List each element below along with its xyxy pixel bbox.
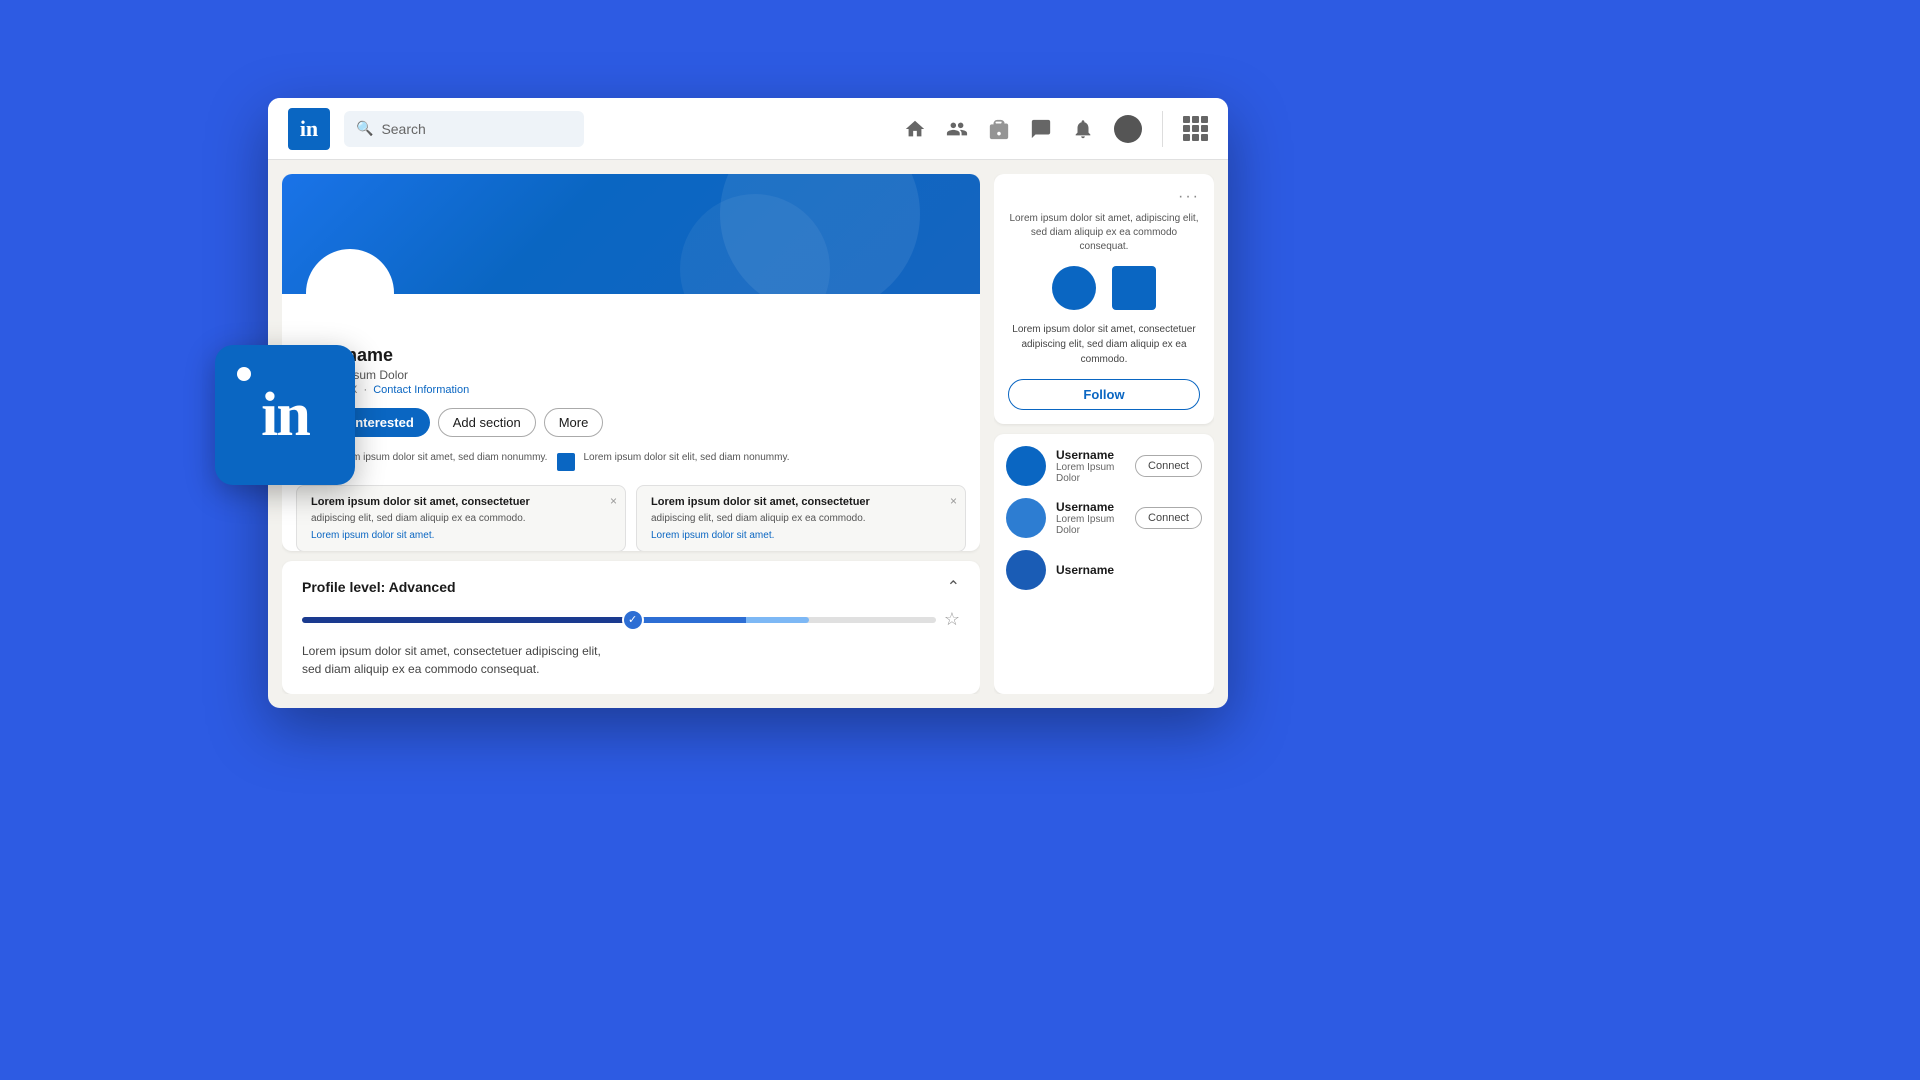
promo-card-top: ···	[1008, 188, 1200, 206]
notif-link-2[interactable]: Lorem ipsum dolor sit amet.	[651, 530, 951, 541]
briefcase-icon	[988, 118, 1010, 140]
more-button[interactable]: More	[544, 408, 604, 437]
chat-icon	[1030, 118, 1052, 140]
search-icon: 🔍	[356, 120, 373, 137]
profile-location: Cdmx, MX · Contact Information	[306, 384, 956, 396]
people-card: Username Lorem Ipsum Dolor Connect Usern…	[994, 434, 1214, 694]
profile-level-description: Lorem ipsum dolor sit amet, consectetuer…	[302, 642, 960, 678]
connect-button-2[interactable]: Connect	[1135, 507, 1202, 529]
main-content: Username Lorem Ipsum Dolor Cdmx, MX · Co…	[268, 160, 1228, 708]
nav-divider	[1162, 111, 1163, 147]
promo-card-desc: Lorem ipsum dolor sit amet, consectetuer…	[1008, 322, 1200, 367]
nav-logo[interactable]: in	[288, 108, 330, 150]
profile-name: Username	[306, 345, 956, 366]
nav-bell-icon[interactable]	[1072, 118, 1094, 140]
person-row-1: Username Lorem Ipsum Dolor Connect	[1006, 446, 1202, 486]
person-avatar-2	[1006, 498, 1046, 538]
profile-level-desc-line1: Lorem ipsum dolor sit amet, consectetuer…	[302, 644, 601, 658]
notif-card-2: × Lorem ipsum dolor sit amet, consectetu…	[636, 485, 966, 551]
search-bar[interactable]: 🔍 Search	[344, 111, 584, 147]
linkedin-logo-card: in	[215, 345, 355, 485]
nav-briefcase-icon[interactable]	[988, 118, 1010, 140]
progress-fill-mid	[632, 617, 746, 623]
person-name-1: Username	[1056, 448, 1125, 462]
notif-close-1[interactable]: ×	[610, 494, 617, 508]
nav-chat-icon[interactable]	[1030, 118, 1052, 140]
notif-close-2[interactable]: ×	[950, 494, 957, 508]
person-subtitle-1: Lorem Ipsum Dolor	[1056, 462, 1125, 484]
browser-window: in 🔍 Search	[268, 98, 1228, 708]
nav-people-icon[interactable]	[946, 118, 968, 140]
profile-level-header: Profile level: Advanced ⌃	[302, 577, 960, 597]
info-box-2: Lorem ipsum dolor sit elit, sed diam non…	[557, 451, 789, 471]
contact-info-link[interactable]: Contact Information	[373, 384, 469, 396]
logo-dot	[237, 367, 251, 381]
info-box-text-2: Lorem ipsum dolor sit elit, sed diam non…	[583, 451, 789, 465]
notif-link-1[interactable]: Lorem ipsum dolor sit amet.	[311, 530, 611, 541]
profile-card: Username Lorem Ipsum Dolor Cdmx, MX · Co…	[282, 174, 980, 551]
progress-bar: ✓	[302, 617, 936, 623]
person-info-3: Username	[1056, 563, 1202, 577]
person-row-2: Username Lorem Ipsum Dolor Connect	[1006, 498, 1202, 538]
progress-bar-wrap: ✓ ☆	[302, 609, 960, 630]
person-avatar-3	[1006, 550, 1046, 590]
profile-actions: I am interested Add section More	[306, 408, 956, 437]
chevron-up-icon[interactable]: ⌃	[947, 577, 960, 597]
profile-level-desc-line2: sed diam aliquip ex ea commodo consequat…	[302, 662, 539, 676]
promo-square-icon	[1112, 266, 1156, 310]
notif-card-1: × Lorem ipsum dolor sit amet, consectetu…	[296, 485, 626, 551]
person-row-3: Username	[1006, 550, 1202, 590]
person-info-1: Username Lorem Ipsum Dolor	[1056, 448, 1125, 484]
profile-level-title: Profile level: Advanced	[302, 579, 456, 595]
progress-fill-dark	[302, 617, 632, 623]
progress-check-icon: ✓	[622, 609, 644, 631]
nav-grid-icon[interactable]	[1183, 116, 1208, 141]
profile-section: Username Lorem Ipsum Dolor Cdmx, MX · Co…	[282, 174, 980, 694]
promo-icons-row	[1008, 266, 1200, 310]
nav-logo-text: in	[300, 116, 318, 142]
notif-body-2: adipiscing elit, sed diam aliquip ex ea …	[651, 512, 951, 526]
three-dots-icon[interactable]: ···	[1178, 188, 1200, 206]
profile-avatar	[306, 249, 394, 337]
bell-icon	[1072, 118, 1094, 140]
info-box-text-1: Lorem ipsum dolor sit amet, sed diam non…	[332, 451, 547, 465]
promo-card-text: Lorem ipsum dolor sit amet, adipiscing e…	[1008, 212, 1200, 254]
info-box-icon-2	[557, 453, 575, 471]
right-sidebar: ··· Lorem ipsum dolor sit amet, adipisci…	[994, 174, 1214, 694]
navbar: in 🔍 Search	[268, 98, 1228, 160]
home-icon	[904, 118, 926, 140]
profile-avatar-wrap	[306, 249, 980, 337]
add-section-button[interactable]: Add section	[438, 408, 536, 437]
person-avatar-1	[1006, 446, 1046, 486]
person-name-3: Username	[1056, 563, 1202, 577]
nav-home-icon[interactable]	[904, 118, 926, 140]
search-label: Search	[381, 121, 425, 137]
profile-info: Username Lorem Ipsum Dolor Cdmx, MX · Co…	[282, 345, 980, 451]
profile-subtitle: Lorem Ipsum Dolor	[306, 368, 956, 382]
notif-body-1: adipiscing elit, sed diam aliquip ex ea …	[311, 512, 611, 526]
progress-fill-light	[746, 617, 809, 623]
person-subtitle-2: Lorem Ipsum Dolor	[1056, 514, 1125, 536]
person-name-2: Username	[1056, 500, 1125, 514]
logo-in-text: in	[261, 384, 309, 446]
star-icon[interactable]: ☆	[944, 609, 960, 630]
notification-cards: × Lorem ipsum dolor sit amet, consectetu…	[282, 485, 980, 551]
scene: in in 🔍 Search	[0, 0, 1920, 1080]
notif-title-2: Lorem ipsum dolor sit amet, consectetuer	[651, 496, 951, 508]
nav-avatar[interactable]	[1114, 115, 1142, 143]
people-icon	[946, 118, 968, 140]
nav-icons	[904, 111, 1208, 147]
notif-title-1: Lorem ipsum dolor sit amet, consectetuer	[311, 496, 611, 508]
promo-circle-icon	[1052, 266, 1096, 310]
follow-button[interactable]: Follow	[1008, 379, 1200, 410]
profile-level-card: Profile level: Advanced ⌃ ✓ ☆ Lorem	[282, 561, 980, 694]
promo-card: ··· Lorem ipsum dolor sit amet, adipisci…	[994, 174, 1214, 424]
connect-button-1[interactable]: Connect	[1135, 455, 1202, 477]
profile-info-boxes: Lorem ipsum dolor sit amet, sed diam non…	[282, 451, 980, 485]
person-info-2: Username Lorem Ipsum Dolor	[1056, 500, 1125, 536]
